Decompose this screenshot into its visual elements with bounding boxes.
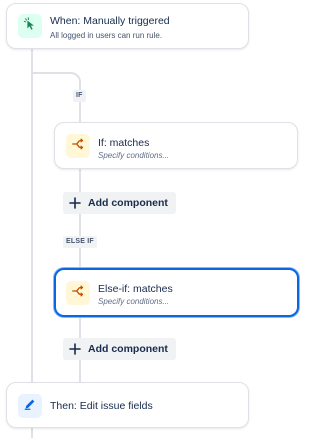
plus-icon bbox=[69, 197, 81, 209]
add-component-button-if[interactable]: Add component bbox=[63, 192, 176, 214]
branch-label-if: IF bbox=[73, 90, 86, 102]
action-icon-box bbox=[18, 394, 42, 418]
trigger-card[interactable]: When: Manually triggered All logged in u… bbox=[6, 3, 249, 49]
if-condition-subtitle: Specify conditions... bbox=[98, 151, 170, 160]
if-condition-title: If: matches bbox=[98, 137, 150, 149]
add-component-label: Add component bbox=[88, 197, 168, 209]
else-if-condition-card[interactable]: Else-if: matches Specify conditions... bbox=[54, 268, 299, 317]
action-card[interactable]: Then: Edit issue fields bbox=[6, 382, 249, 428]
pencil-icon bbox=[23, 397, 37, 416]
connector-main-vertical bbox=[31, 48, 33, 438]
branch-icon bbox=[71, 137, 85, 156]
add-component-button-else-if[interactable]: Add component bbox=[63, 338, 176, 360]
trigger-icon-box bbox=[18, 14, 42, 38]
else-if-condition-title: Else-if: matches bbox=[98, 283, 173, 295]
add-component-label: Add component bbox=[88, 343, 168, 355]
branch-label-else-if: ELSE IF bbox=[63, 236, 97, 248]
trigger-subtitle: All logged in users can run rule. bbox=[50, 31, 163, 40]
condition-icon-box bbox=[66, 134, 90, 158]
branch-icon bbox=[71, 284, 85, 303]
rule-builder-canvas: When: Manually triggered All logged in u… bbox=[0, 0, 305, 438]
condition-icon-box bbox=[66, 281, 90, 305]
connector-branch-curve bbox=[31, 72, 81, 86]
action-title: Then: Edit issue fields bbox=[50, 400, 153, 412]
else-if-condition-subtitle: Specify conditions... bbox=[98, 297, 170, 306]
plus-icon bbox=[69, 343, 81, 355]
trigger-title: When: Manually triggered bbox=[50, 15, 170, 27]
cursor-click-icon bbox=[23, 16, 37, 36]
if-condition-card[interactable]: If: matches Specify conditions... bbox=[54, 122, 298, 169]
